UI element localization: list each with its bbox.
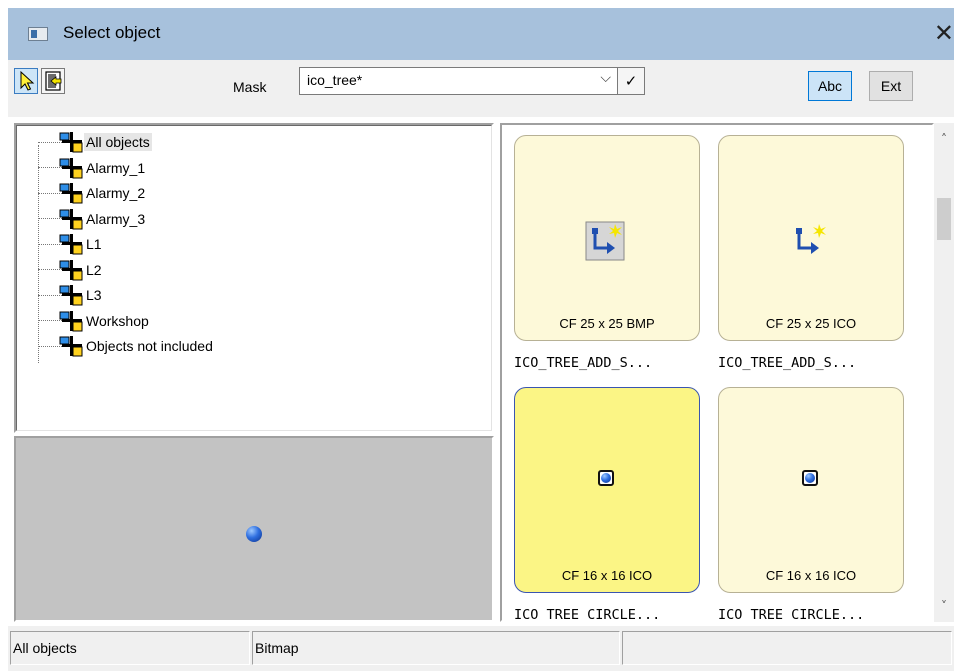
- scroll-thumb[interactable]: [937, 198, 951, 240]
- tree-item[interactable]: Objects not included: [38, 335, 215, 357]
- tree-item-label: Objects not included: [86, 338, 213, 354]
- exit-icon: [45, 71, 62, 91]
- blue-circle-preview-icon: [246, 526, 262, 542]
- apply-mask-button[interactable]: ✓: [617, 67, 645, 95]
- object-group-icon: [58, 157, 84, 179]
- status-bar: All objects Bitmap: [8, 626, 954, 671]
- abc-button[interactable]: Abc: [808, 71, 852, 101]
- object-group-icon: [58, 335, 84, 357]
- blue-circle-icon: [598, 470, 614, 486]
- tree-add-icon: [796, 224, 826, 254]
- card-meta: CF 25 x 25 ICO: [765, 316, 857, 331]
- preview-panel: [14, 436, 494, 622]
- tree-item-label: Workshop: [86, 312, 149, 329]
- object-gallery[interactable]: CF 25 x 25 BMP ICO_TREE_ADD_S... CF 25 x…: [500, 123, 934, 622]
- mask-input[interactable]: ico_tree*: [307, 72, 362, 88]
- mask-label: Mask: [233, 79, 267, 95]
- object-tree[interactable]: All objects Alarmy_1 Alarmy_2 Alarmy_3 L1 L2 L…: [14, 123, 494, 433]
- ext-button[interactable]: Ext: [869, 71, 913, 101]
- card-meta: CF 16 x 16 ICO: [765, 568, 857, 583]
- tree-item-label: Alarmy_1: [86, 159, 146, 176]
- card-meta: CF 25 x 25 BMP: [559, 316, 655, 331]
- tree-item[interactable]: Alarmy_3: [38, 208, 147, 230]
- tree-item[interactable]: L2: [38, 259, 104, 281]
- status-extra: [622, 631, 952, 665]
- object-group-icon: [58, 131, 84, 153]
- close-button[interactable]: ✕: [930, 18, 954, 48]
- scroll-down-icon[interactable]: ˅: [934, 596, 954, 616]
- gallery-card[interactable]: CF 25 x 25 BMP: [514, 135, 700, 341]
- card-name: ICO_TREE_CIRCLE...: [718, 607, 865, 622]
- tree-item-label: Alarmy_2: [86, 185, 146, 201]
- tree-item[interactable]: All objects: [38, 131, 152, 153]
- card-name: ICO_TREE_CIRCLE...: [514, 607, 661, 622]
- checkmark-icon: ✓: [624, 72, 638, 90]
- toolbar: Mask ico_tree* ⌵ ✓ Abc Ext: [8, 60, 954, 117]
- object-group-icon: [58, 233, 84, 255]
- gallery-card[interactable]: CF 25 x 25 ICO: [718, 135, 904, 341]
- tree-item[interactable]: Alarmy_1: [38, 157, 147, 179]
- card-name: ICO_TREE_ADD_S...: [514, 355, 653, 371]
- object-group-icon: [58, 259, 84, 281]
- select-pointer-icon: [20, 70, 35, 91]
- gallery-card[interactable]: CF 16 x 16 ICO: [718, 387, 904, 593]
- window-title: Select object: [63, 23, 161, 42]
- gallery-scrollbar[interactable]: ˄ ˅: [934, 123, 954, 622]
- tree-item-label: Alarmy_3: [86, 210, 146, 227]
- gallery-card-selected[interactable]: CF 16 x 16 ICO: [514, 387, 700, 593]
- tree-item[interactable]: L3: [38, 284, 104, 306]
- tree-item-label: L1: [86, 236, 102, 252]
- object-group-icon: [58, 310, 84, 332]
- tree-item-label: All objects: [84, 133, 152, 151]
- tree-item[interactable]: Workshop: [38, 310, 151, 332]
- exit-button[interactable]: [41, 68, 65, 94]
- tree-add-icon: [585, 221, 625, 261]
- tree-item[interactable]: Alarmy_2: [38, 182, 147, 204]
- chevron-down-icon[interactable]: ⌵: [600, 70, 611, 86]
- object-group-icon: [58, 208, 84, 230]
- mask-combobox[interactable]: ico_tree* ⌵: [299, 67, 618, 95]
- card-meta: CF 16 x 16 ICO: [561, 568, 653, 583]
- object-group-icon: [58, 182, 84, 204]
- object-group-icon: [58, 284, 84, 306]
- status-scope: All objects: [10, 631, 250, 665]
- status-type: Bitmap: [252, 631, 620, 665]
- tree-item[interactable]: L1: [38, 233, 104, 255]
- card-name: ICO_TREE_ADD_S...: [718, 355, 857, 371]
- tree-item-label: L2: [86, 261, 102, 278]
- blue-circle-icon: [802, 470, 818, 486]
- tree-item-label: L3: [86, 287, 102, 303]
- select-pointer-button[interactable]: [14, 68, 38, 94]
- app-icon: [28, 27, 48, 41]
- scroll-up-icon[interactable]: ˄: [934, 129, 954, 149]
- title-bar: Select object ✕: [8, 8, 954, 60]
